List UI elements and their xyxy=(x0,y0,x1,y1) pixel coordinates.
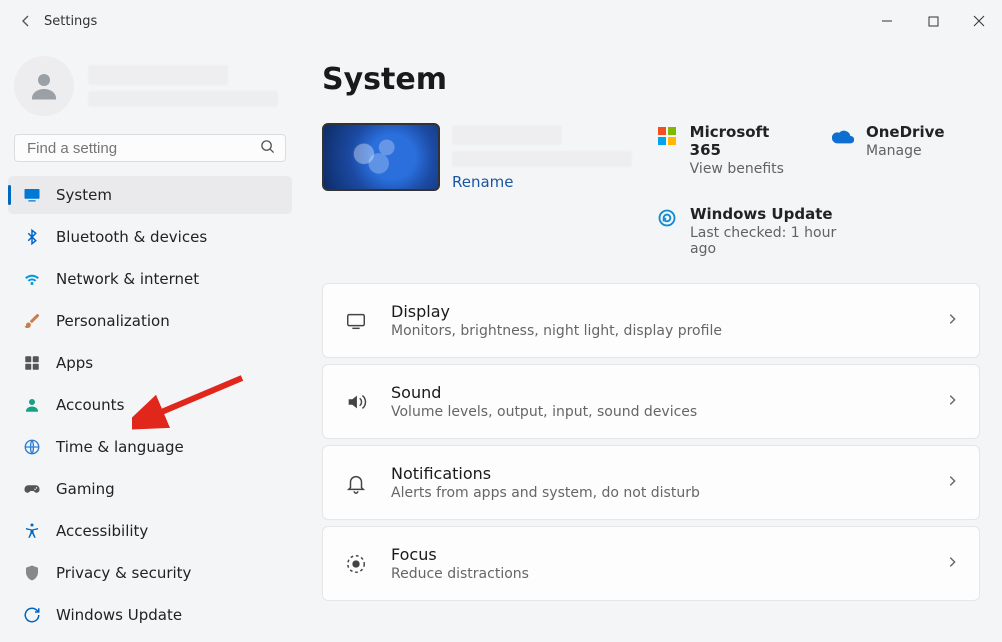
titlebar: Settings xyxy=(0,0,1002,42)
nav-personalization[interactable]: Personalization xyxy=(8,302,292,340)
update-icon xyxy=(656,207,678,229)
status-title: Microsoft 365 xyxy=(690,123,804,159)
tile-notifications[interactable]: Notifications Alerts from apps and syste… xyxy=(322,445,980,520)
nav-label: Windows Update xyxy=(56,606,182,624)
search-icon xyxy=(260,139,275,158)
status-title: Windows Update xyxy=(690,205,860,223)
shield-icon xyxy=(22,563,42,583)
chevron-right-icon xyxy=(945,555,959,573)
display-icon xyxy=(343,310,369,332)
sidebar: System Bluetooth & devices Network & int… xyxy=(0,42,300,642)
system-icon xyxy=(22,185,42,205)
tile-sub: Volume levels, output, input, sound devi… xyxy=(391,404,697,420)
window-title: Settings xyxy=(44,14,97,29)
status-row: Rename Microsoft 365 xyxy=(322,123,980,257)
tile-display[interactable]: Display Monitors, brightness, night ligh… xyxy=(322,283,980,358)
tile-title: Notifications xyxy=(391,464,700,483)
bluetooth-icon xyxy=(22,227,42,247)
nav-label: Gaming xyxy=(56,480,115,498)
nav-update[interactable]: Windows Update xyxy=(8,596,292,634)
device-model-redacted xyxy=(452,151,632,167)
chevron-right-icon xyxy=(945,393,959,411)
nav-list: System Bluetooth & devices Network & int… xyxy=(8,176,292,634)
rename-link[interactable]: Rename xyxy=(452,173,632,191)
nav-label: Accounts xyxy=(56,396,124,414)
person-icon xyxy=(22,395,42,415)
wifi-icon xyxy=(22,269,42,289)
nav-label: System xyxy=(56,186,112,204)
sound-icon xyxy=(343,391,369,413)
nav-bluetooth[interactable]: Bluetooth & devices xyxy=(8,218,292,256)
nav-accessibility[interactable]: Accessibility xyxy=(8,512,292,550)
status-sub: View benefits xyxy=(690,161,804,177)
tile-sound[interactable]: Sound Volume levels, output, input, soun… xyxy=(322,364,980,439)
tile-title: Focus xyxy=(391,545,529,564)
device-name-redacted xyxy=(452,125,562,145)
status-onedrive[interactable]: OneDrive Manage xyxy=(832,123,980,177)
minimize-icon xyxy=(881,15,893,27)
status-sub: Last checked: 1 hour ago xyxy=(690,225,860,257)
tile-sub: Alerts from apps and system, do not dist… xyxy=(391,485,700,501)
status-windows-update[interactable]: Windows Update Last checked: 1 hour ago xyxy=(656,205,980,257)
search-box[interactable] xyxy=(14,134,286,162)
tile-title: Sound xyxy=(391,383,697,402)
nav-label: Privacy & security xyxy=(56,564,191,582)
nav-time[interactable]: Time & language xyxy=(8,428,292,466)
nav-gaming[interactable]: Gaming xyxy=(8,470,292,508)
avatar xyxy=(14,56,74,116)
tile-sub: Reduce distractions xyxy=(391,566,529,582)
device-card: Rename xyxy=(322,123,632,191)
onedrive-icon xyxy=(832,125,854,147)
device-thumbnail[interactable] xyxy=(322,123,440,191)
nav-privacy[interactable]: Privacy & security xyxy=(8,554,292,592)
close-button[interactable] xyxy=(956,5,1002,37)
status-microsoft365[interactable]: Microsoft 365 View benefits xyxy=(656,123,804,177)
person-icon xyxy=(26,68,62,104)
nav-system[interactable]: System xyxy=(8,176,292,214)
nav-label: Personalization xyxy=(56,312,170,330)
main-content: System Rename xyxy=(300,42,1002,642)
microsoft-365-icon xyxy=(656,125,678,147)
maximize-icon xyxy=(928,16,939,27)
back-arrow-icon xyxy=(18,13,34,29)
nav-label: Bluetooth & devices xyxy=(56,228,207,246)
user-profile[interactable] xyxy=(8,54,292,132)
minimize-button[interactable] xyxy=(864,5,910,37)
status-title: OneDrive xyxy=(866,123,945,141)
nav-label: Network & internet xyxy=(56,270,199,288)
nav-apps[interactable]: Apps xyxy=(8,344,292,382)
user-email-redacted xyxy=(88,91,278,107)
notifications-icon xyxy=(343,472,369,494)
gamepad-icon xyxy=(22,479,42,499)
chevron-right-icon xyxy=(945,474,959,492)
maximize-button[interactable] xyxy=(910,5,956,37)
focus-icon xyxy=(343,553,369,575)
nav-label: Time & language xyxy=(56,438,184,456)
tile-focus[interactable]: Focus Reduce distractions xyxy=(322,526,980,601)
close-icon xyxy=(973,15,985,27)
chevron-right-icon xyxy=(945,312,959,330)
brush-icon xyxy=(22,311,42,331)
accessibility-icon xyxy=(22,521,42,541)
nav-network[interactable]: Network & internet xyxy=(8,260,292,298)
nav-label: Accessibility xyxy=(56,522,148,540)
user-name-redacted xyxy=(88,65,228,85)
tile-title: Display xyxy=(391,302,722,321)
page-title: System xyxy=(322,62,980,97)
status-sub: Manage xyxy=(866,143,945,159)
search-input[interactable] xyxy=(25,139,260,158)
system-settings-list: Display Monitors, brightness, night ligh… xyxy=(322,283,980,601)
update-icon xyxy=(22,605,42,625)
apps-icon xyxy=(22,353,42,373)
tile-sub: Monitors, brightness, night light, displ… xyxy=(391,323,722,339)
nav-accounts[interactable]: Accounts xyxy=(8,386,292,424)
globe-clock-icon xyxy=(22,437,42,457)
nav-label: Apps xyxy=(56,354,93,372)
back-button[interactable] xyxy=(12,7,40,35)
